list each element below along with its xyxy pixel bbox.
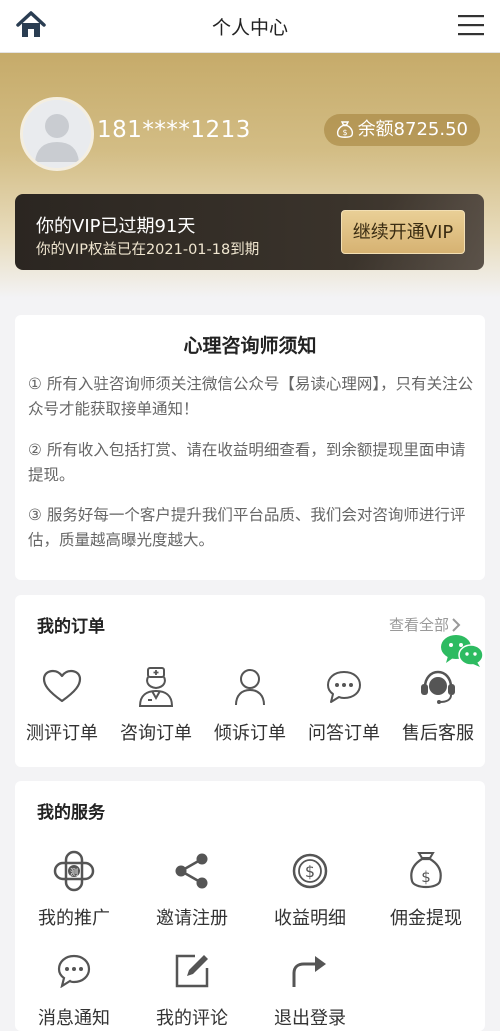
money-bag-icon: $ — [367, 851, 485, 891]
service-item-label: 消息通知 — [38, 1008, 110, 1029]
order-item-consultation[interactable]: 咨询订单 — [109, 667, 203, 745]
notice-item: ② 所有收入包括打赏、请在收益明细查看，到余额提现里面申请提现。 — [28, 441, 466, 484]
order-item-confide[interactable]: 倾诉订单 — [203, 667, 297, 745]
balance-amount: 余额8725.50 — [357, 119, 468, 140]
share-icon — [133, 851, 251, 891]
balance-badge[interactable]: $ 余额8725.50 — [323, 114, 480, 146]
notice-title: 心理咨询师须知 — [183, 335, 317, 357]
service-item-reviews[interactable]: 我的评论 — [133, 951, 251, 1030]
service-item-label: 收益明细 — [274, 908, 346, 929]
svg-text:$: $ — [421, 868, 431, 886]
svg-text:$: $ — [305, 862, 315, 881]
svg-text:$: $ — [342, 128, 347, 137]
view-all-label: 查看全部 — [388, 616, 449, 634]
avatar[interactable] — [20, 97, 94, 171]
hamburger-menu-icon[interactable] — [456, 10, 486, 40]
service-item-withdraw[interactable]: $ 佣金提现 — [367, 851, 485, 930]
order-item-label: 问答订单 — [308, 723, 380, 744]
counselor-notice-card: 心理咨询师须知 ① 所有入驻咨询师须关注微信公众号【易读心理网】，只有关注公众号… — [15, 315, 485, 580]
svg-text:测: 测 — [70, 868, 78, 877]
message-icon — [15, 951, 133, 991]
service-item-label: 我的推广 — [38, 908, 110, 929]
renew-vip-button[interactable]: 继续开通VIP — [341, 210, 465, 254]
order-item-qa[interactable]: 问答订单 — [297, 667, 391, 745]
my-orders-card: 我的订单 查看全部 测评订单 咨询订单 倾诉订单 问答订单 售后客服 — [15, 595, 485, 767]
order-item-label: 倾诉订单 — [214, 723, 286, 744]
service-item-label: 佣金提现 — [390, 908, 462, 929]
top-navigation-bar: 个人中心 — [0, 0, 500, 53]
user-phone: 181****1213 — [97, 117, 251, 143]
my-services-card: 我的服务 测 我的推广 邀请注册 $ 收益明细 $ 佣金提现 消息通知 我的评论… — [15, 781, 485, 1031]
service-item-messages[interactable]: 消息通知 — [15, 951, 133, 1030]
doctor-icon — [109, 667, 203, 707]
service-item-label: 退出登录 — [274, 1008, 346, 1029]
service-item-logout[interactable]: 退出登录 — [251, 951, 369, 1030]
order-item-label: 售后客服 — [402, 723, 474, 744]
notice-item: ③ 服务好每一个客户提升我们平台品质、我们会对咨询师进行评估，质量越高曝光度越大… — [28, 506, 466, 549]
service-item-earnings[interactable]: $ 收益明细 — [251, 851, 369, 930]
person-icon — [203, 667, 297, 707]
profile-header: 181****1213 $ 余额8725.50 你的VIP已过期91天 你的VI… — [0, 53, 500, 298]
orders-section-title: 我的订单 — [37, 617, 105, 637]
service-item-promotion[interactable]: 测 我的推广 — [15, 850, 133, 930]
page-title: 个人中心 — [211, 17, 288, 39]
chevron-right-icon — [452, 617, 461, 632]
heart-icon — [15, 667, 109, 707]
service-item-invite[interactable]: 邀请注册 — [133, 851, 251, 930]
order-item-label: 咨询订单 — [120, 723, 192, 744]
dollar-coin-icon: $ — [251, 851, 369, 891]
chat-bubble-icon — [297, 667, 391, 707]
service-item-label: 我的评论 — [156, 1008, 228, 1029]
order-item-label: 测评订单 — [26, 723, 98, 744]
logout-arrow-icon — [251, 951, 369, 991]
services-section-title: 我的服务 — [37, 803, 105, 823]
order-item-assessment[interactable]: 测评订单 — [15, 667, 109, 745]
money-bag-icon: $ — [336, 121, 353, 138]
edit-icon — [133, 951, 251, 991]
headset-icon — [391, 667, 485, 707]
service-item-label: 邀请注册 — [156, 908, 228, 929]
vip-expiry-date: 你的VIP权益已在2021-01-18到期 — [36, 242, 260, 258]
wechat-icon[interactable] — [440, 634, 484, 668]
vip-status-card: 你的VIP已过期91天 你的VIP权益已在2021-01-18到期 继续开通VI… — [15, 194, 484, 270]
notice-item: ① 所有入驻咨询师须关注微信公众号【易读心理网】，只有关注公众号才能获取接单通知… — [28, 375, 474, 418]
vip-expired-title: 你的VIP已过期91天 — [36, 216, 196, 237]
order-item-customer-service[interactable]: 售后客服 — [391, 667, 485, 745]
promotion-icon: 测 — [15, 850, 133, 892]
view-all-orders-link[interactable]: 查看全部 — [389, 614, 463, 635]
